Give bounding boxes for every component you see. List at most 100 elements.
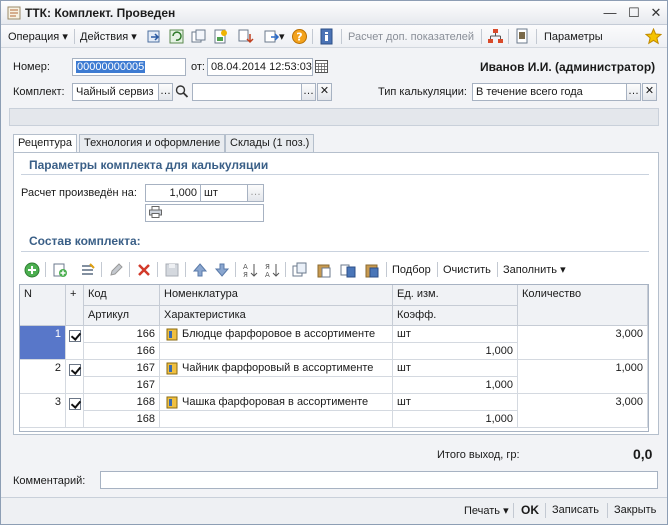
col-code-header[interactable]: Код — [84, 285, 160, 306]
calc-type-clear-button[interactable]: ✕ — [642, 83, 657, 101]
save-button[interactable]: Записать — [552, 504, 599, 516]
table-row-2-n[interactable]: 2 — [20, 360, 66, 394]
table-row-3-coef[interactable]: 1,000 — [393, 411, 518, 428]
comment-field[interactable] — [100, 471, 658, 489]
row-checkbox[interactable] — [69, 330, 81, 342]
add-copy-icon[interactable] — [52, 262, 68, 278]
table-row-2-code[interactable]: 167 — [84, 360, 160, 377]
fill-menu[interactable]: Заполнить ▾ — [503, 262, 566, 278]
move-down-icon[interactable] — [214, 262, 230, 278]
table-row-1-article[interactable]: 166 — [84, 343, 160, 360]
col-n-header[interactable]: N — [20, 285, 66, 326]
add-row-icon[interactable] — [24, 262, 40, 278]
table-row-2-article[interactable]: 167 — [84, 377, 160, 394]
close-button[interactable]: Закрыть — [614, 504, 656, 516]
print-menu[interactable]: Печать ▾ — [464, 504, 509, 517]
sort-descending-icon[interactable]: ЯA — [264, 262, 280, 278]
table-row-2-characteristic[interactable] — [160, 377, 393, 394]
row-checkbox[interactable] — [69, 398, 81, 410]
close-window-button[interactable]: ✕ — [647, 4, 665, 22]
clear-button[interactable]: Очистить — [443, 262, 491, 278]
refresh-icon[interactable] — [168, 28, 185, 45]
edit-pencil-icon[interactable] — [108, 262, 124, 278]
actions-menu[interactable]: Действия ▾ — [80, 29, 137, 45]
col-unit-header[interactable]: Ед. изм. — [393, 285, 518, 306]
calc-type-select-button[interactable]: … — [626, 83, 641, 101]
tab-technology[interactable]: Технология и оформление — [79, 134, 226, 152]
table-row-2-flag[interactable] — [66, 360, 84, 394]
operation-menu[interactable]: Операция ▾ — [8, 29, 68, 45]
maximize-button[interactable]: ☐ — [625, 4, 643, 22]
table-row-1-unit[interactable]: шт — [393, 326, 518, 343]
section-divider — [21, 251, 649, 252]
select-button[interactable]: Подбор — [392, 262, 431, 278]
col-article-header[interactable]: Артикул — [84, 306, 160, 326]
calc-type-field[interactable]: В течение всего года — [472, 83, 627, 101]
move-up-icon[interactable] — [192, 262, 208, 278]
kit-select-button[interactable]: … — [158, 83, 173, 101]
kit-extra-field[interactable] — [192, 83, 302, 101]
document-star-icon[interactable] — [212, 28, 229, 45]
search-icon[interactable] — [175, 84, 189, 99]
table-row-3-article[interactable]: 168 — [84, 411, 160, 428]
paste-icon[interactable] — [316, 262, 332, 278]
post-icon[interactable] — [146, 28, 163, 45]
minimize-button[interactable]: — — [601, 4, 619, 22]
col-plus-header[interactable]: + — [66, 285, 84, 326]
row-checkbox[interactable] — [69, 364, 81, 376]
table-row-2-unit[interactable]: шт — [393, 360, 518, 377]
tab-recipe[interactable]: Рецептура — [13, 134, 77, 153]
table-row-1-coef[interactable]: 1,000 — [393, 343, 518, 360]
edit-list-icon[interactable] — [80, 262, 96, 278]
table-row-1-flag[interactable] — [66, 326, 84, 360]
go-to-icon[interactable] — [263, 28, 280, 45]
table-row-3-characteristic[interactable] — [160, 411, 393, 428]
unit-field[interactable]: шт — [200, 184, 248, 202]
col-characteristic-header[interactable]: Характеристика — [160, 306, 393, 326]
table-row-2-coef[interactable]: 1,000 — [393, 377, 518, 394]
delete-icon[interactable] — [136, 262, 152, 278]
table-row-3-name[interactable]: Чашка фарфоровая в ассортименте — [160, 394, 393, 411]
tab-warehouses[interactable]: Склады (1 поз.) — [225, 134, 315, 152]
table-row-1-n[interactable]: 1 — [20, 326, 66, 360]
table-row-3-n[interactable]: 3 — [20, 394, 66, 428]
copy-rows-icon[interactable] — [292, 262, 308, 278]
go-to-dropdown[interactable]: ▾ — [279, 29, 285, 45]
table-row-1-qty[interactable]: 3,000 — [518, 326, 648, 360]
sort-ascending-icon[interactable]: AЯ — [242, 262, 258, 278]
copy-icon[interactable] — [190, 28, 207, 45]
calc-indicators-button[interactable]: Расчет доп. показателей — [348, 29, 474, 45]
table-row-3-code[interactable]: 168 — [84, 394, 160, 411]
move-down-icon[interactable] — [237, 28, 254, 45]
col-nomenclature-header[interactable]: Номенклатура — [160, 285, 393, 306]
help-icon[interactable]: ? — [291, 28, 308, 45]
parameters-button[interactable]: Параметры — [544, 29, 603, 45]
kit-field[interactable]: Чайный сервиз — [72, 83, 159, 101]
copy-doc-icon[interactable] — [340, 262, 356, 278]
save-disabled-icon[interactable] — [164, 262, 180, 278]
calendar-icon[interactable] — [315, 60, 328, 73]
structure-icon[interactable] — [487, 28, 504, 45]
table-row-2-qty[interactable]: 1,000 — [518, 360, 648, 394]
print-settings-field[interactable] — [145, 204, 264, 222]
table-row-1-code[interactable]: 166 — [84, 326, 160, 343]
table-row-2-name[interactable]: Чайник фарфоровый в ассортименте — [160, 360, 393, 377]
table-row-3-flag[interactable] — [66, 394, 84, 428]
info-icon[interactable] — [318, 28, 335, 45]
favorite-star-icon[interactable] — [645, 28, 662, 45]
print-preview-icon[interactable] — [514, 28, 531, 45]
col-quantity-header[interactable]: Количество — [518, 285, 648, 326]
number-field[interactable]: 00000000005 — [72, 58, 186, 76]
kit-extra-select-button[interactable]: … — [301, 83, 316, 101]
date-field[interactable]: 08.04.2014 12:53:03 — [207, 58, 313, 76]
quantity-field[interactable]: 1,000 — [145, 184, 201, 202]
table-row-3-qty[interactable]: 3,000 — [518, 394, 648, 428]
unit-select-button[interactable]: … — [247, 184, 264, 202]
table-row-1-name[interactable]: Блюдце фарфоровое в ассортименте — [160, 326, 393, 343]
col-coef-header[interactable]: Коэфф. — [393, 306, 518, 326]
ok-button[interactable]: OK — [521, 503, 539, 517]
table-row-1-characteristic[interactable] — [160, 343, 393, 360]
kit-extra-clear-button[interactable]: ✕ — [317, 83, 332, 101]
table-row-3-unit[interactable]: шт — [393, 394, 518, 411]
paste-special-icon[interactable] — [364, 262, 380, 278]
